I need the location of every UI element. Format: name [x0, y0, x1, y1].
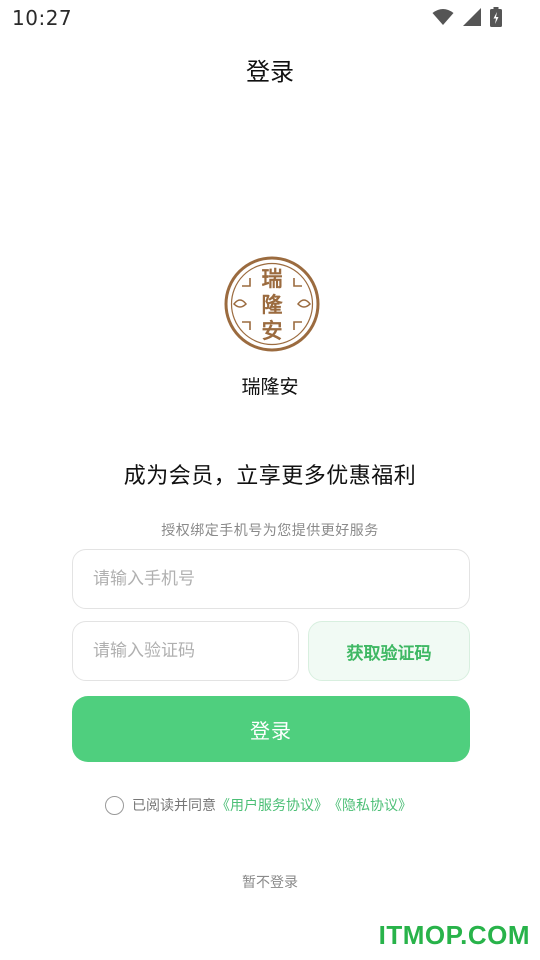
page-title: 登录 [246, 58, 294, 86]
get-code-button[interactable]: 获取验证码 [308, 621, 470, 681]
brand-logo: 瑞 隆 安 [224, 256, 320, 352]
status-icons [432, 7, 502, 27]
member-headline: 成为会员，立享更多优惠福利 [123, 464, 417, 489]
signal-icon [463, 8, 481, 26]
logo-char-1: 瑞 [262, 266, 283, 291]
battery-charging-icon [490, 7, 502, 27]
member-subhead: 授权绑定手机号为您提供更好服务 [161, 523, 379, 539]
privacy-policy-link[interactable]: 《隐私协议》 [328, 795, 412, 815]
watermark: ITMOP.COM [378, 920, 530, 950]
phone-input[interactable] [72, 549, 470, 609]
logo-char-3: 安 [262, 318, 283, 343]
agreement-row: 已阅读并同意 《用户服务协议》 《隐私协议》 [105, 794, 412, 816]
skip-login-link[interactable]: 暂不登录 [0, 872, 540, 892]
agreement-text: 已阅读并同意 [132, 798, 216, 814]
wifi-icon [432, 9, 454, 25]
verification-code-input[interactable] [72, 621, 299, 681]
status-time: 10:27 [12, 6, 73, 30]
login-button[interactable]: 登录 [72, 696, 470, 762]
agreement-checkbox[interactable] [105, 795, 124, 815]
user-agreement-link[interactable]: 《用户服务协议》 [216, 795, 328, 815]
brand-name: 瑞隆安 [241, 376, 299, 398]
logo-char-2: 隆 [262, 292, 284, 317]
status-bar: 10:27 [0, 0, 540, 36]
